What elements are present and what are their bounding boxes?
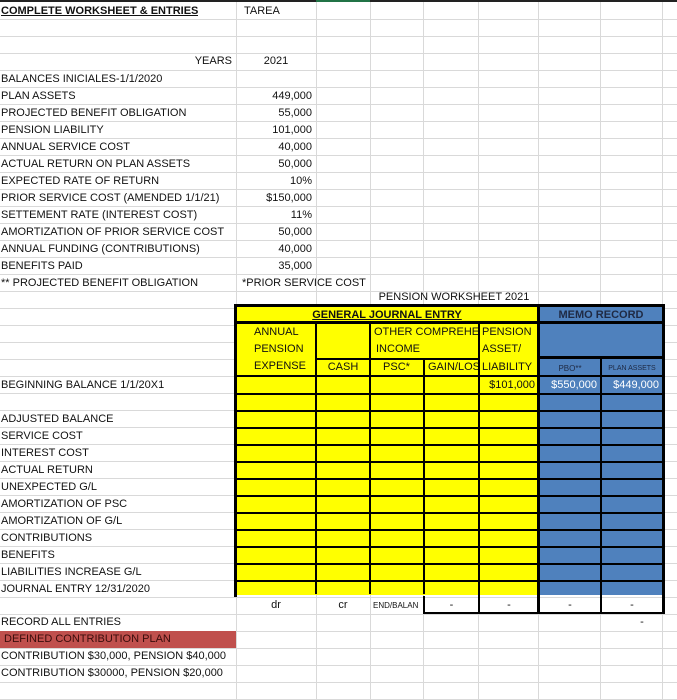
year-value[interactable]: 2021 xyxy=(236,53,316,70)
dc-line-2[interactable]: CONTRIBUTION $30000, PENSION $20,000 xyxy=(1,665,223,682)
col-header-oci-line2[interactable]: INCOME xyxy=(376,341,420,358)
given-value[interactable]: 55,000 xyxy=(236,105,312,122)
given-label[interactable]: ANNUAL FUNDING (CONTRIBUTIONS) xyxy=(1,241,200,258)
prior-service-cost-note[interactable]: *PRIOR SERVICE COST xyxy=(242,275,366,292)
worksheet-row-label[interactable]: AMORTIZATION OF PSC xyxy=(1,496,127,513)
tarea-label[interactable]: TAREA xyxy=(244,3,280,20)
border xyxy=(236,495,664,497)
cr-label[interactable]: cr xyxy=(316,597,370,614)
worksheet-row-label[interactable]: LIABILITIES INCREASE G/L xyxy=(1,564,142,581)
worksheet-row-label[interactable]: SERVICE COST xyxy=(1,428,83,445)
beginning-balance-label[interactable]: BEGINNING BALANCE 1/1/20X1 xyxy=(1,377,164,394)
given-label[interactable]: EXPECTED RATE OF RETURN xyxy=(1,173,159,190)
border xyxy=(537,304,540,614)
given-label[interactable]: AMORTIZATION OF PRIOR SERVICE COST xyxy=(1,224,224,241)
dr-label[interactable]: dr xyxy=(236,597,316,614)
given-value[interactable]: 40,000 xyxy=(236,241,312,258)
col-header-plan-assets[interactable]: PLAN ASSETS xyxy=(602,360,662,377)
border xyxy=(236,580,664,582)
record-all-entries[interactable]: RECORD ALL ENTRIES xyxy=(1,614,121,631)
given-value[interactable]: 35,000 xyxy=(236,258,312,275)
border xyxy=(236,478,664,480)
border xyxy=(236,546,664,548)
given-value[interactable]: 449,000 xyxy=(236,88,312,105)
col-header-liability-line3[interactable]: LIABILITY xyxy=(482,359,532,376)
col-header-cash[interactable]: CASH xyxy=(316,359,370,376)
given-value[interactable] xyxy=(236,71,312,88)
years-label[interactable]: YEARS xyxy=(150,53,232,70)
worksheet-row-label[interactable]: ADJUSTED BALANCE xyxy=(1,411,113,428)
col-header-oci-line1[interactable]: OTHER COMPREHEN xyxy=(374,324,478,341)
given-label[interactable]: ACTUAL RETURN ON PLAN ASSETS xyxy=(1,156,190,173)
worksheet-row-label[interactable]: CONTRIBUTIONS xyxy=(1,530,92,547)
col-header-liability-line2[interactable]: ASSET/ xyxy=(482,341,521,358)
dc-line-1[interactable]: CONTRIBUTION $30,000, PENSION $40,000 xyxy=(1,648,226,665)
given-label[interactable]: SETTEMENT RATE (INTEREST COST) xyxy=(1,207,197,224)
given-value[interactable]: 10% xyxy=(236,173,312,190)
given-label[interactable]: PLAN ASSETS xyxy=(1,88,76,105)
given-value[interactable]: 40,000 xyxy=(236,139,312,156)
end-balance-gain-loss[interactable]: - xyxy=(425,597,478,614)
gje-header[interactable]: GENERAL JOURNAL ENTRY xyxy=(236,307,538,324)
border xyxy=(236,512,664,514)
given-label[interactable]: BALANCES INICIALES-1/1/2020 xyxy=(1,71,162,88)
col-header-psc[interactable]: PSC* xyxy=(370,359,423,376)
border xyxy=(236,461,664,463)
col-header-expense-line2[interactable]: PENSION xyxy=(254,341,304,358)
col-header-gain-loss[interactable]: GAIN/LOS xyxy=(428,359,478,376)
given-label[interactable]: PENSION LIABILITY xyxy=(1,122,104,139)
given-label[interactable]: ** PROJECTED BENEFIT OBLIGATION xyxy=(1,275,198,292)
worksheet-row-label[interactable]: AMORTIZATION OF G/L xyxy=(1,513,122,530)
border xyxy=(236,444,664,446)
end-balance-liability[interactable]: - xyxy=(480,597,538,614)
memo-header[interactable]: MEMO RECORD xyxy=(540,307,662,324)
end-balance-plan-assets[interactable]: - xyxy=(602,597,662,614)
col-header-liability-line1[interactable]: PENSION xyxy=(482,324,532,341)
gridline xyxy=(0,36,677,37)
beginning-liability[interactable]: $101,000 xyxy=(480,377,535,394)
border xyxy=(600,357,602,612)
given-value[interactable]: 11% xyxy=(236,207,312,224)
gridline xyxy=(0,53,677,54)
record-all-dash[interactable]: - xyxy=(602,614,677,631)
border xyxy=(236,393,664,395)
given-value[interactable]: 101,000 xyxy=(236,122,312,139)
given-value[interactable]: 50,000 xyxy=(236,156,312,173)
border xyxy=(236,563,664,565)
worksheet-row-label[interactable]: INTEREST COST xyxy=(1,445,89,462)
end-balance-pbo[interactable]: - xyxy=(540,597,600,614)
border xyxy=(236,427,664,429)
worksheet-row-label[interactable]: BENEFITS xyxy=(1,547,55,564)
given-value[interactable]: $150,000 xyxy=(236,190,312,207)
dc-plan-label[interactable]: DEFINED CONTRIBUTION PLAN xyxy=(4,631,171,648)
border xyxy=(234,304,237,597)
worksheet-row-label[interactable]: UNEXPECTED G/L xyxy=(1,479,97,496)
sheet-title[interactable]: COMPLETE WORKSHEET & ENTRIES xyxy=(1,3,198,20)
col-header-pbo[interactable]: PBO** xyxy=(540,360,600,377)
given-label[interactable]: PROJECTED BENEFIT OBLIGATION xyxy=(1,105,186,122)
beginning-plan-assets[interactable]: $449,000 xyxy=(602,377,659,394)
given-label[interactable]: BENEFITS PAID xyxy=(1,258,83,275)
end-balance-label[interactable]: END/BALAN xyxy=(373,597,423,614)
given-value[interactable]: 50,000 xyxy=(236,224,312,241)
worksheet-row-label[interactable]: ACTUAL RETURN xyxy=(1,462,93,479)
col-header-expense-line3[interactable]: EXPENSE xyxy=(254,358,306,375)
border xyxy=(236,529,664,531)
border xyxy=(478,322,480,614)
gridline xyxy=(0,682,677,683)
border xyxy=(236,410,664,412)
col-header-expense-line1[interactable]: ANNUAL xyxy=(254,324,299,341)
border xyxy=(662,304,665,614)
given-label[interactable]: PRIOR SERVICE COST (AMENDED 1/1/21) xyxy=(1,190,219,207)
border xyxy=(369,376,371,594)
worksheet-row-label[interactable]: JOURNAL ENTRY 12/31/2020 xyxy=(1,581,150,598)
selected-column-indicator xyxy=(316,0,370,2)
given-label[interactable]: ANNUAL SERVICE COST xyxy=(1,139,130,156)
beginning-pbo[interactable]: $550,000 xyxy=(540,377,597,394)
